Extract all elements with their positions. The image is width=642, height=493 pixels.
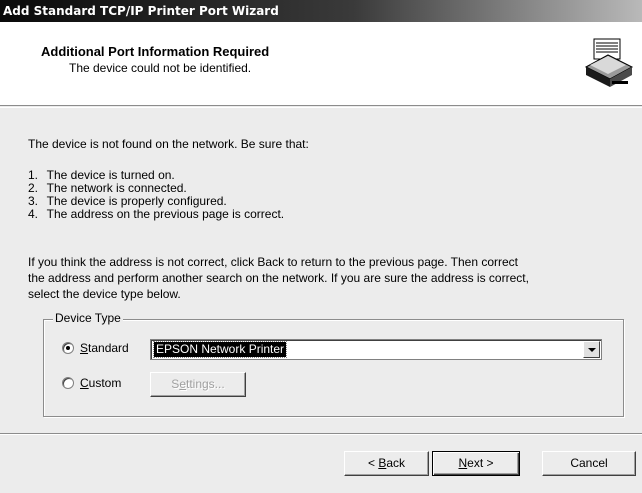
custom-radio-label[interactable]: Custom <box>80 376 121 390</box>
intro-text: The device is not found on the network. … <box>28 137 309 151</box>
cancel-button[interactable]: Cancel <box>542 451 636 476</box>
printer-port-icon <box>582 37 634 89</box>
wizard-header: Additional Port Information Required The… <box>0 22 642 106</box>
instructions-text: If you think the address is not correct,… <box>28 255 529 301</box>
custom-radio[interactable] <box>62 377 74 389</box>
page-title: Additional Port Information Required <box>41 44 270 59</box>
standard-radio[interactable] <box>62 342 74 354</box>
window-title: Add Standard TCP/IP Printer Port Wizard <box>3 4 279 18</box>
settings-button[interactable]: Settings... <box>150 372 246 397</box>
device-type-group <box>43 319 624 417</box>
device-type-label: Device Type <box>53 311 123 325</box>
chevron-down-icon[interactable] <box>583 341 600 358</box>
device-type-dropdown[interactable]: EPSON Network Printer <box>150 339 602 360</box>
list-item: 3. The device is properly configured. <box>28 194 227 208</box>
selected-device-value: EPSON Network Printer <box>152 341 288 358</box>
back-button[interactable]: < Back <box>344 451 429 476</box>
footer-divider <box>0 433 642 435</box>
list-item: 1. The device is turned on. <box>28 168 175 182</box>
next-button[interactable]: Next > <box>432 451 520 476</box>
list-item: 4. The address on the previous page is c… <box>28 207 285 221</box>
standard-radio-label[interactable]: Standard <box>80 341 129 355</box>
window-title-bar[interactable]: Add Standard TCP/IP Printer Port Wizard <box>0 0 642 22</box>
list-item: 2. The network is connected. <box>28 181 187 195</box>
page-subtitle: The device could not be identified. <box>69 61 252 75</box>
header-divider <box>0 107 642 108</box>
